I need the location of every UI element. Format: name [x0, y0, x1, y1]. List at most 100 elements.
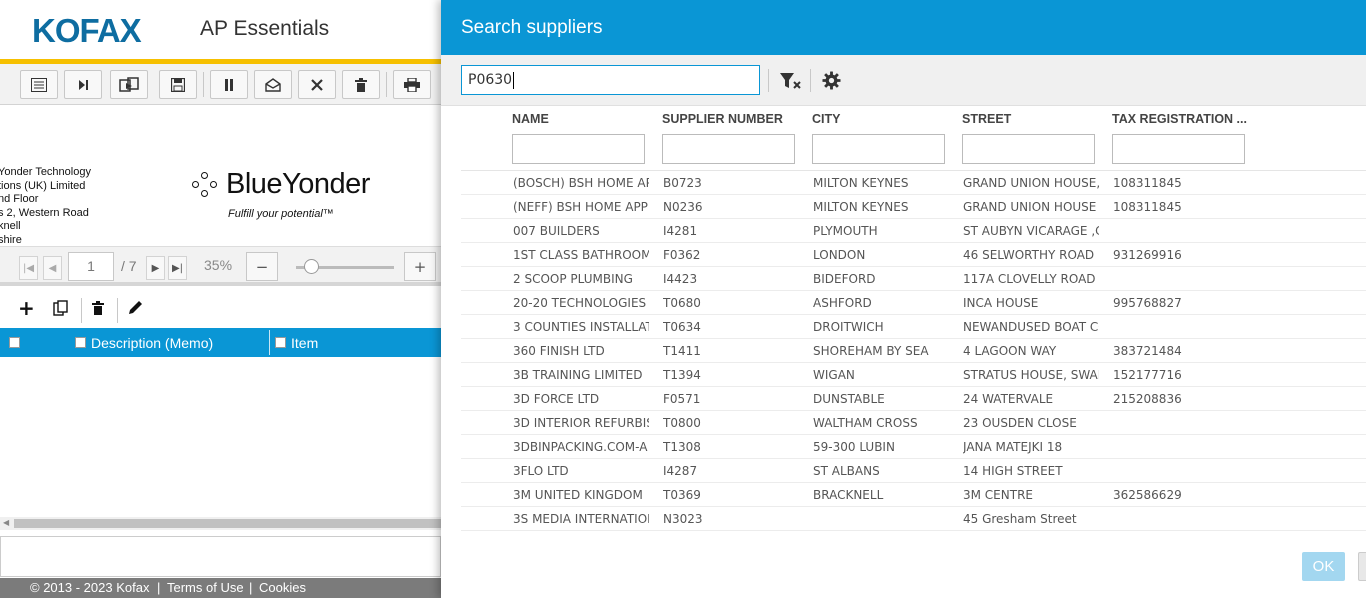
name-filter-input[interactable]	[512, 134, 645, 164]
comment-area[interactable]	[0, 536, 441, 577]
settings-button[interactable]	[822, 71, 841, 95]
supplier-search-input[interactable]: P0630	[461, 65, 760, 95]
horizontal-scrollbar[interactable]: ◀	[0, 517, 441, 530]
description-column-checkbox[interactable]	[75, 337, 86, 348]
ok-button[interactable]: OK	[1302, 552, 1345, 581]
toolbar-separator	[386, 72, 387, 97]
prev-page-button[interactable]: ◀	[43, 256, 62, 280]
page-total: / 7	[121, 258, 137, 274]
item-column-header[interactable]: Item	[291, 335, 318, 351]
last-page-button[interactable]: ▶|	[168, 256, 187, 280]
next-page-button[interactable]: ▶	[146, 256, 165, 280]
supplier-row[interactable]: 007 BUILDERS I4281 PLYMOUTH ST AUBYN VICARA…	[461, 219, 1366, 243]
pause-button[interactable]	[210, 70, 248, 99]
supplier-name-cell: 1ST CLASS BATHROOMS	[513, 248, 649, 262]
dialog-title: Search suppliers	[461, 17, 603, 38]
first-page-button[interactable]: |◀	[19, 256, 38, 280]
supplier-row[interactable]: 3M UNITED KINGDOM T0369 BRACKNELL 3M CENTRE…	[461, 483, 1366, 507]
supplier-tax-cell: 995768827	[1113, 296, 1182, 310]
zoom-out-button[interactable]: −	[246, 252, 278, 281]
skip-next-button[interactable]	[64, 70, 102, 99]
reject-button[interactable]	[298, 70, 336, 99]
supplier-street-cell: 117A CLOVELLY ROAD	[963, 272, 1096, 286]
copyright-text: © 2013 - 2023 Kofax	[30, 580, 150, 595]
supplier-street-cell: 14 HIGH STREET	[963, 464, 1063, 478]
select-all-checkbox[interactable]	[9, 337, 20, 348]
supplier-row[interactable]: 3D FORCE LTD F0571 DUNSTABLE 24 WATERVALE 21…	[461, 387, 1366, 411]
name-column-header[interactable]: NAME	[512, 112, 549, 126]
city-column-header[interactable]: CITY	[812, 112, 840, 126]
list-view-button[interactable]	[20, 70, 58, 99]
blueyonder-mark-icon	[190, 170, 220, 200]
tax-registration-filter-input[interactable]	[1112, 134, 1245, 164]
mark-read-button[interactable]	[254, 70, 292, 99]
street-filter-input[interactable]	[962, 134, 1095, 164]
supplier-number-cell: T0634	[663, 320, 701, 334]
supplier-city-cell: LONDON	[813, 248, 866, 262]
page-number-input[interactable]: 1	[68, 252, 114, 281]
supplier-row[interactable]: (NEFF) BSH HOME APPLIANCES N0236 MILTON KE…	[461, 195, 1366, 219]
supplier-name-cell: 3FLO LTD	[513, 464, 569, 478]
supplier-row[interactable]: 1ST CLASS BATHROOMS F0362 LONDON 46 SELWORT…	[461, 243, 1366, 267]
clear-filter-button[interactable]	[779, 71, 803, 91]
street-column-header[interactable]: STREET	[962, 112, 1011, 126]
supplier-row[interactable]: 3D INTERIOR REFURBISHMENT T0800 WALTHAM CR…	[461, 411, 1366, 435]
supplier-name-cell: 3B TRAINING LIMITED	[513, 368, 643, 382]
save-button[interactable]	[159, 70, 197, 99]
supplier-row[interactable]: 3FLO LTD I4287 ST ALBANS 14 HIGH STREET	[461, 459, 1366, 483]
first-page-icon: |◀	[22, 262, 35, 274]
zoom-slider-handle[interactable]	[304, 259, 319, 274]
add-row-icon[interactable]: +	[18, 296, 35, 320]
supplier-name-cell: 3DBINPACKING.COM-A	[513, 440, 648, 454]
supplier-number-cell: T0369	[663, 488, 701, 502]
supplier-name-cell: 2 SCOOP PLUMBING	[513, 272, 633, 286]
close-icon	[311, 78, 323, 91]
toolbar-separator	[768, 69, 769, 92]
supplier-name-cell: 3D FORCE LTD	[513, 392, 600, 406]
cookies-link[interactable]: Cookies	[259, 580, 306, 595]
supplier-city-cell: MILTON KEYNES	[813, 200, 909, 214]
cancel-button[interactable]	[1358, 552, 1366, 581]
grid-toolbar-separator	[81, 298, 82, 323]
supplier-row[interactable]: 3S MEDIA INTERNATIONAL N3023 45 Gresham St…	[461, 507, 1366, 531]
column-divider	[269, 330, 270, 355]
description-column-header[interactable]: Description (Memo)	[91, 335, 213, 351]
last-page-icon: ▶|	[171, 262, 184, 274]
scrollbar-thumb[interactable]	[14, 519, 441, 528]
scroll-left-icon[interactable]: ◀	[3, 518, 9, 527]
edit-row-icon[interactable]	[127, 300, 143, 320]
filter-clear-icon	[780, 73, 801, 89]
supplier-street-cell: NEWANDUSED BOAT CO	[963, 320, 1099, 334]
supplier-name-cell: 3D INTERIOR REFURBISHMENT	[513, 416, 649, 430]
copy-row-icon[interactable]	[53, 300, 68, 320]
skip-next-icon	[79, 79, 88, 90]
supplier-city-cell: DROITWICH	[813, 320, 884, 334]
supplier-row[interactable]: 2 SCOOP PLUMBING I4423 BIDEFORD 117A CLOVEL…	[461, 267, 1366, 291]
supplier-number-column-header[interactable]: SUPPLIER NUMBER	[662, 112, 783, 126]
supplier-street-cell: 24 WATERVALE	[963, 392, 1054, 406]
supplier-name-cell: (NEFF) BSH HOME APPLIANCES	[513, 200, 649, 214]
envelope-open-icon	[265, 77, 281, 92]
supplier-row[interactable]: 3DBINPACKING.COM-A T1308 59-300 LUBIN JANA …	[461, 435, 1366, 459]
terms-link[interactable]: Terms of Use	[167, 580, 244, 595]
supplier-row[interactable]: 20-20 TECHNOLOGIES T0680 ASHFORD INCA HOUSE…	[461, 291, 1366, 315]
supplier-row[interactable]: (BOSCH) BSH HOME APPLIANCES B0723 MILTON K…	[461, 171, 1366, 195]
city-filter-input[interactable]	[812, 134, 945, 164]
save-icon	[171, 77, 185, 92]
supplier-number-cell: F0571	[663, 392, 701, 406]
item-column-checkbox[interactable]	[275, 337, 286, 348]
supplier-tax-cell: 215208836	[1113, 392, 1182, 406]
transfer-button[interactable]	[110, 70, 148, 99]
delete-row-icon[interactable]	[92, 300, 104, 319]
supplier-row[interactable]: 3 COUNTIES INSTALLATIONS T0634 DROITWICH NE…	[461, 315, 1366, 339]
supplier-number-filter-input[interactable]	[662, 134, 795, 164]
supplier-tax-cell: 108311845	[1113, 176, 1182, 190]
zoom-in-button[interactable]: +	[404, 252, 436, 281]
supplier-row[interactable]: 360 FINISH LTD T1411 SHOREHAM BY SEA 4 LAGO…	[461, 339, 1366, 363]
supplier-street-cell: 3M CENTRE	[963, 488, 1033, 502]
supplier-city-cell: PLYMOUTH	[813, 224, 878, 238]
print-button[interactable]	[393, 70, 431, 99]
supplier-row[interactable]: 3B TRAINING LIMITED T1394 WIGAN STRATUS HOU…	[461, 363, 1366, 387]
delete-button[interactable]	[342, 70, 380, 99]
tax-registration-column-header[interactable]: TAX REGISTRATION ...	[1112, 112, 1247, 126]
